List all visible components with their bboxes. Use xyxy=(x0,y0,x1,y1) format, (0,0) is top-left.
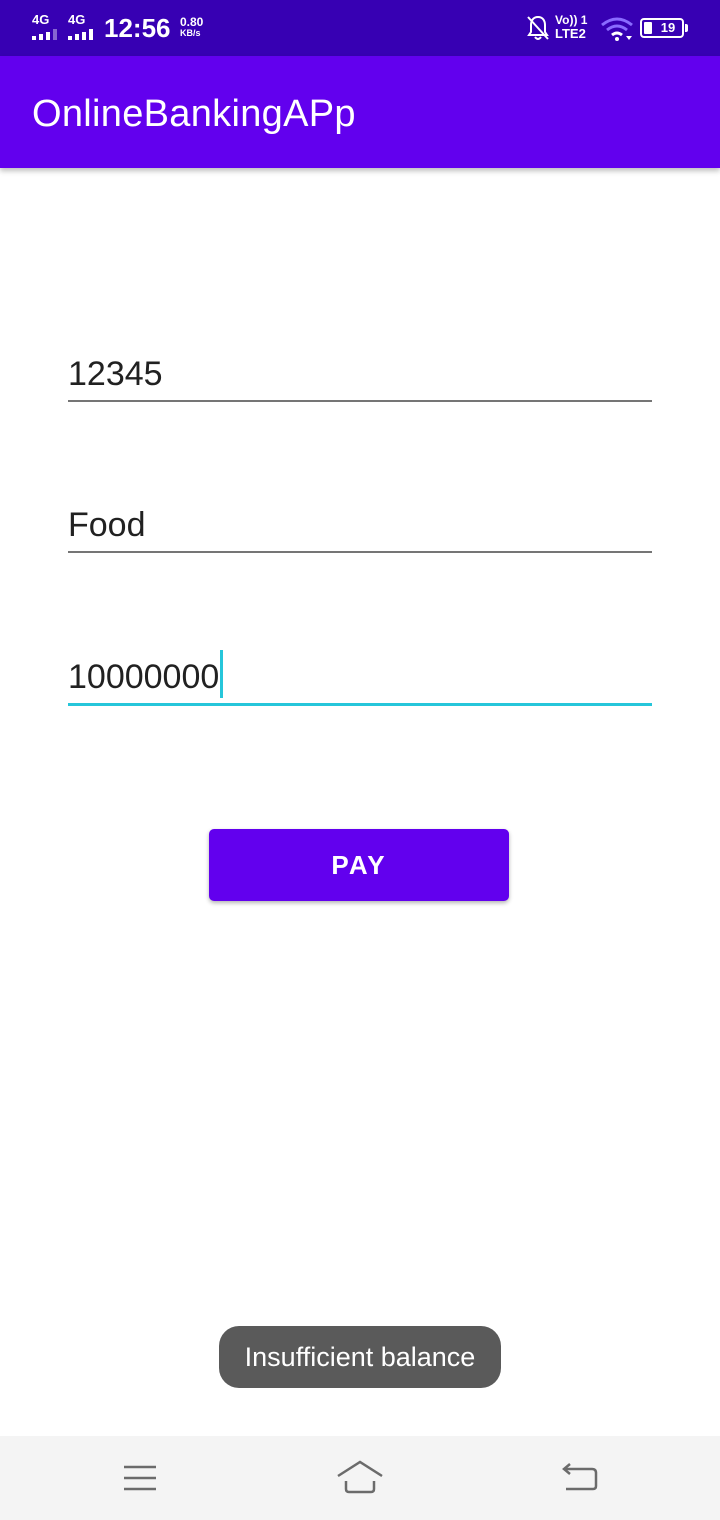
clock: 12:56 xyxy=(104,13,171,43)
account-number-field[interactable]: 12345 xyxy=(68,342,652,402)
back-icon[interactable] xyxy=(556,1456,604,1500)
field-underline xyxy=(68,551,652,553)
mute-notification-icon xyxy=(527,15,549,40)
speed-value: 0.80 xyxy=(180,15,204,29)
amount-value: 10000000 xyxy=(68,658,220,696)
speed-unit: KB/s xyxy=(180,28,201,38)
network-speed: 0.80 KB/s xyxy=(180,16,216,38)
app-title: OnlineBankingAPp xyxy=(32,93,356,135)
volte-indicator: Vo)) 1 LTE2 xyxy=(555,14,595,41)
home-icon[interactable] xyxy=(336,1456,384,1500)
signal-icon xyxy=(32,29,58,40)
toast-message: Insufficient balance xyxy=(219,1326,501,1388)
battery-level: 19 xyxy=(660,20,676,35)
pay-button[interactable]: PAY xyxy=(209,829,509,901)
signal-sim2: 4G xyxy=(66,13,96,41)
battery-icon: 19 xyxy=(640,18,688,38)
navigation-bar xyxy=(0,1436,720,1520)
remark-value: Food xyxy=(68,506,146,544)
remark-field[interactable]: Food xyxy=(68,493,652,553)
amount-input-content: 10000000 xyxy=(68,650,224,698)
lte-label: LTE2 xyxy=(555,26,586,41)
account-number-value: 12345 xyxy=(68,355,163,393)
text-cursor xyxy=(220,650,224,698)
field-underline xyxy=(68,400,652,402)
amount-field[interactable]: 10000000 xyxy=(68,646,652,706)
field-underline-focused xyxy=(68,703,652,706)
network-type-2: 4G xyxy=(68,12,86,27)
menu-icon[interactable] xyxy=(116,1456,164,1500)
signal-sim1: 4G xyxy=(30,13,60,41)
wifi-icon xyxy=(601,17,633,41)
signal-icon xyxy=(68,29,94,40)
status-bar: 4G 4G 12:56 0.80 KB/s Vo)) 1 LTE2 19 xyxy=(0,0,720,56)
app-bar: OnlineBankingAPp xyxy=(0,56,720,168)
network-type-1: 4G xyxy=(32,12,50,27)
